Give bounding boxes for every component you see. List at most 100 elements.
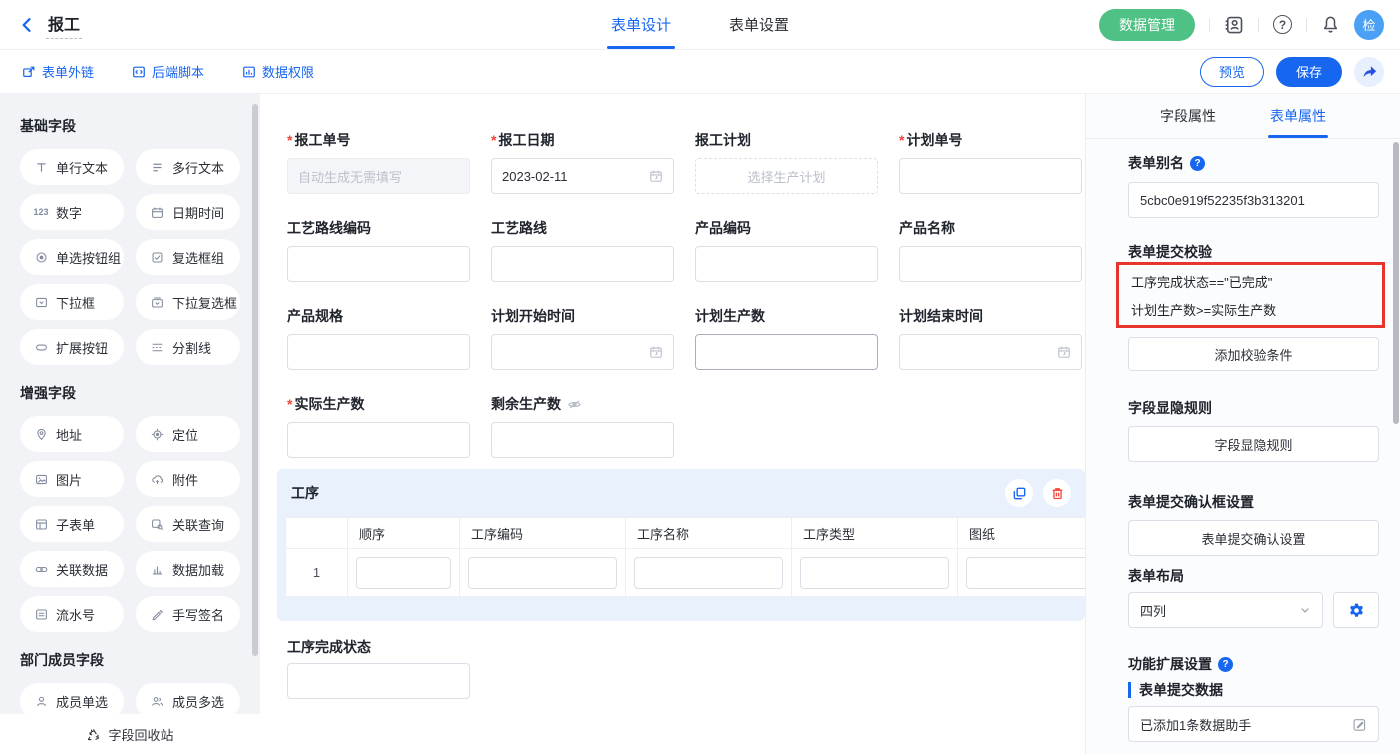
- data-permission-button[interactable]: 数据权限: [242, 62, 314, 81]
- submit-data-subtitle: 表单提交数据: [1128, 682, 1379, 698]
- report-plan-picker[interactable]: 选择生产计划: [695, 158, 878, 194]
- backend-script-button[interactable]: 后端脚本: [132, 62, 204, 81]
- process-code-cell-input[interactable]: [468, 557, 617, 589]
- field-report-plan[interactable]: 报工计划 选择生产计划: [695, 130, 878, 194]
- field-type-dropdown-multi[interactable]: 下拉复选框: [136, 284, 240, 320]
- field-plan-start-time[interactable]: 计划开始时间: [491, 306, 674, 370]
- drawing-cell-input[interactable]: [966, 557, 1085, 589]
- field-report-date[interactable]: *报工日期 2023-02-11: [491, 130, 674, 194]
- tab-form-properties[interactable]: 表单属性: [1270, 94, 1326, 138]
- field-type-address[interactable]: 地址: [20, 416, 124, 452]
- tab-form-design[interactable]: 表单设计: [611, 0, 671, 49]
- recycle-icon: [86, 727, 101, 742]
- user-avatar[interactable]: 检: [1354, 10, 1384, 40]
- validation-rule[interactable]: 计划生产数>=实际生产数: [1131, 295, 1382, 323]
- route-code-input[interactable]: [287, 246, 470, 282]
- edit-icon[interactable]: [1352, 717, 1367, 732]
- field-product-code[interactable]: 产品编码: [695, 218, 878, 282]
- field-type-attachment[interactable]: 附件: [136, 461, 240, 497]
- field-type-linked-data[interactable]: 关联数据: [20, 551, 124, 587]
- form-alias-input[interactable]: 5cbc0e919f52235f3b313201: [1128, 182, 1379, 218]
- plan-start-time-input[interactable]: [491, 334, 674, 370]
- field-route[interactable]: 工艺路线: [491, 218, 674, 282]
- alias-help-icon[interactable]: ?: [1190, 156, 1205, 171]
- save-button[interactable]: 保存: [1276, 57, 1342, 87]
- tab-field-properties[interactable]: 字段属性: [1160, 94, 1216, 138]
- submit-confirm-button[interactable]: 表单提交确认设置: [1128, 520, 1379, 556]
- layout-select[interactable]: 四列: [1128, 592, 1323, 628]
- add-validation-button[interactable]: 添加校验条件: [1128, 337, 1379, 371]
- bell-icon[interactable]: [1321, 15, 1340, 34]
- data-assistant-box[interactable]: 已添加1条数据助手: [1128, 706, 1379, 742]
- field-type-datetime[interactable]: 日期时间: [136, 194, 240, 230]
- report-date-input[interactable]: 2023-02-11: [491, 158, 674, 194]
- route-input[interactable]: [491, 246, 674, 282]
- required-marker: *: [287, 396, 292, 412]
- product-name-input[interactable]: [899, 246, 1082, 282]
- field-type-single-line-text[interactable]: 单行文本: [20, 149, 124, 185]
- field-type-dropdown[interactable]: 下拉框: [20, 284, 124, 320]
- header-tabs: 表单设计 表单设置: [611, 0, 789, 49]
- field-remaining-qty[interactable]: 剩余生产数: [491, 394, 674, 458]
- product-spec-input[interactable]: [287, 334, 470, 370]
- field-type-image[interactable]: 图片: [20, 461, 124, 497]
- process-name-cell-input[interactable]: [634, 557, 783, 589]
- process-status-input[interactable]: [287, 663, 470, 699]
- plan-qty-input[interactable]: [695, 334, 878, 370]
- layout-settings-button[interactable]: [1333, 592, 1379, 628]
- back-icon[interactable]: [18, 16, 36, 34]
- field-type-checkbox-group[interactable]: 复选框组: [136, 239, 240, 275]
- field-plan-end-time[interactable]: 计划结束时间: [899, 306, 1082, 370]
- plan-end-time-input[interactable]: [899, 334, 1082, 370]
- sidebar-scrollbar[interactable]: [252, 104, 258, 656]
- form-toolbar: 表单外链 后端脚本 数据权限 预览 保存: [0, 50, 1400, 94]
- image-icon: [33, 473, 49, 486]
- data-manage-button[interactable]: 数据管理: [1099, 9, 1195, 41]
- form-title[interactable]: 报工: [46, 11, 82, 39]
- field-type-serial-number[interactable]: 流水号: [20, 596, 124, 632]
- validation-rule[interactable]: 工序完成状态=="已完成": [1131, 267, 1382, 295]
- field-type-location[interactable]: 定位: [136, 416, 240, 452]
- subform-process[interactable]: 工序 顺序 工序编码 工序名称 工序类型: [277, 469, 1085, 621]
- header-actions: 数据管理 ? 检: [1099, 9, 1384, 41]
- external-link-button[interactable]: 表单外链: [22, 62, 94, 81]
- extension-help-icon[interactable]: ?: [1218, 657, 1233, 672]
- field-type-extend-button[interactable]: 扩展按钮: [20, 329, 124, 365]
- field-type-linked-query[interactable]: 关联查询: [136, 506, 240, 542]
- plan-no-input[interactable]: [899, 158, 1082, 194]
- field-type-subform[interactable]: 子表单: [20, 506, 124, 542]
- contacts-icon[interactable]: [1224, 15, 1244, 35]
- order-cell-input[interactable]: [356, 557, 451, 589]
- report-no-input[interactable]: 自动生成无需填写: [287, 158, 470, 194]
- field-route-code[interactable]: 工艺路线编码: [287, 218, 470, 282]
- field-type-radio-group[interactable]: 单选按钮组: [20, 239, 124, 275]
- field-product-name[interactable]: 产品名称: [899, 218, 1082, 282]
- share-button[interactable]: [1354, 57, 1384, 87]
- field-report-no[interactable]: *报工单号 自动生成无需填写: [287, 130, 470, 194]
- product-code-input[interactable]: [695, 246, 878, 282]
- copy-subform-button[interactable]: [1005, 479, 1033, 507]
- field-actual-qty[interactable]: *实际生产数: [287, 394, 470, 458]
- section-title-enhanced-fields: 增强字段: [20, 383, 240, 403]
- process-type-cell-input[interactable]: [800, 557, 949, 589]
- field-recycle-bin[interactable]: 字段回收站: [0, 714, 260, 754]
- panel-scrollbar[interactable]: [1393, 142, 1399, 424]
- field-type-number[interactable]: 123 数字: [20, 194, 124, 230]
- help-icon[interactable]: ?: [1273, 15, 1292, 34]
- field-process-status[interactable]: 工序完成状态: [287, 637, 470, 699]
- field-type-signature[interactable]: 手写签名: [136, 596, 240, 632]
- field-product-spec[interactable]: 产品规格: [287, 306, 470, 370]
- actual-qty-input[interactable]: [287, 422, 470, 458]
- top-header: 报工 表单设计 表单设置 数据管理 ? 检: [0, 0, 1400, 50]
- field-type-divider[interactable]: 分割线: [136, 329, 240, 365]
- preview-button[interactable]: 预览: [1200, 57, 1264, 87]
- delete-subform-button[interactable]: [1043, 479, 1071, 507]
- field-plan-qty[interactable]: 计划生产数: [695, 306, 878, 370]
- field-type-multi-line-text[interactable]: 多行文本: [136, 149, 240, 185]
- visibility-rules-button[interactable]: 字段显隐规则: [1128, 426, 1379, 462]
- field-type-data-load[interactable]: 数据加载: [136, 551, 240, 587]
- remaining-qty-input[interactable]: [491, 422, 674, 458]
- subform-icon: [33, 518, 49, 531]
- field-plan-no[interactable]: *计划单号: [899, 130, 1082, 194]
- tab-form-settings[interactable]: 表单设置: [729, 0, 789, 49]
